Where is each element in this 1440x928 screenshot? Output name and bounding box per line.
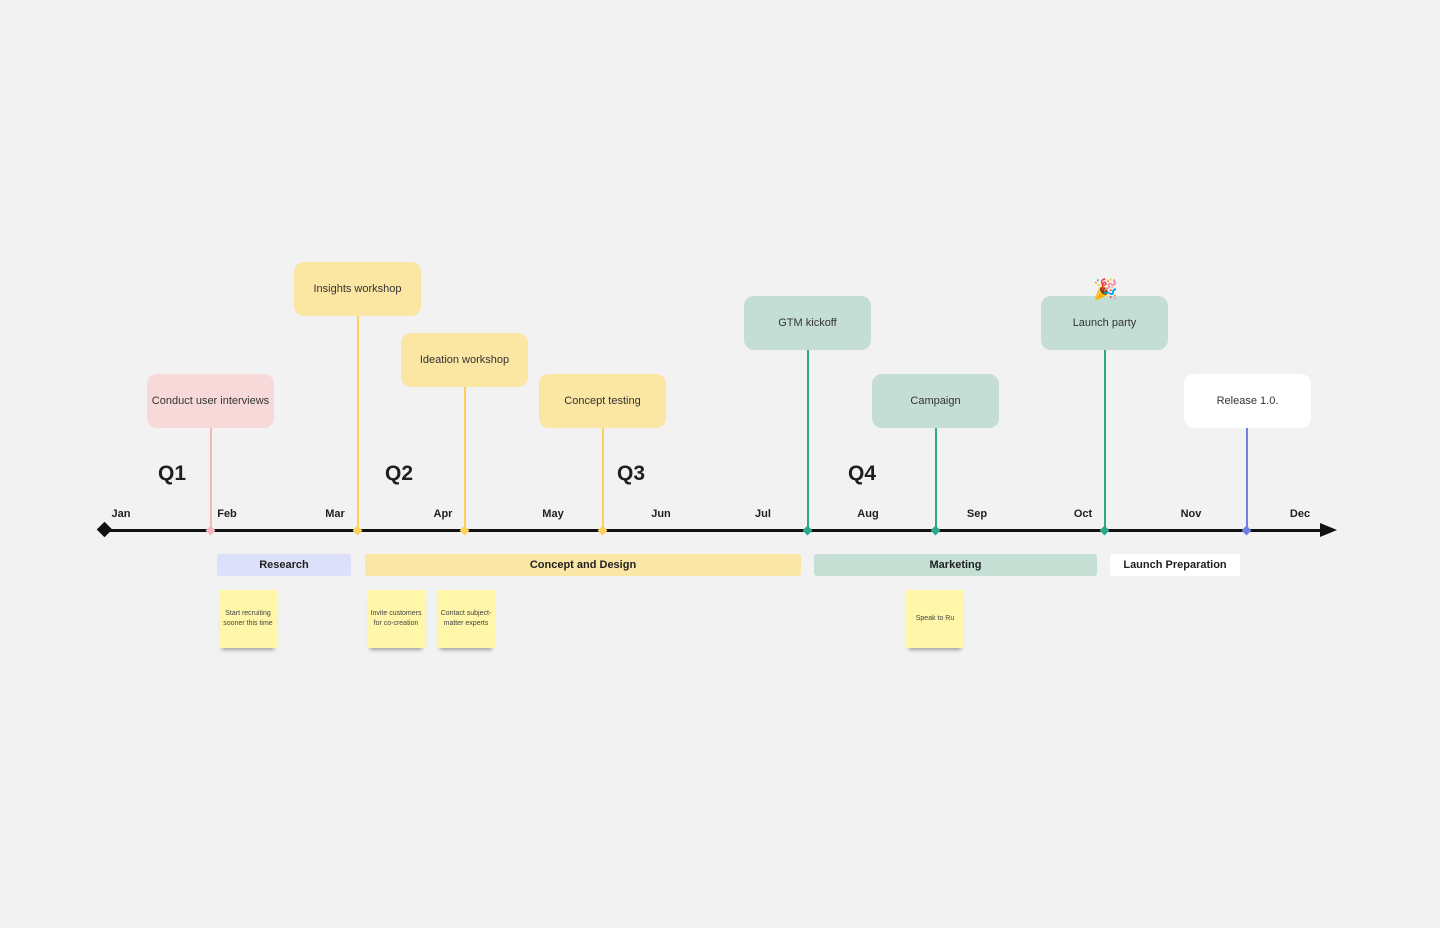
phase-marketing[interactable]: Marketing: [814, 554, 1097, 576]
phase-concept-design[interactable]: Concept and Design: [365, 554, 801, 576]
milestone-card-concept-testing[interactable]: Concept testing: [539, 374, 666, 428]
month-label: Aug: [857, 508, 879, 520]
milestone-card-campaign[interactable]: Campaign: [872, 374, 999, 428]
sticky-note[interactable]: Invite customers for co-creation: [367, 590, 425, 648]
milestone-marker: [1099, 525, 1110, 536]
milestone-card-launch-party[interactable]: Launch party: [1041, 296, 1168, 350]
month-label: Dec: [1289, 508, 1311, 520]
month-label: Feb: [217, 508, 237, 520]
milestone-card-gtm-kickoff[interactable]: GTM kickoff: [744, 296, 871, 350]
party-popper-icon: 🎉: [1093, 279, 1118, 301]
sticky-note[interactable]: Speak to Ru: [906, 590, 964, 648]
milestone-stem: [807, 350, 809, 530]
milestone-marker: [802, 525, 813, 536]
milestone-stem: [602, 428, 604, 530]
axis-arrow-icon: [1320, 523, 1337, 537]
month-label: Sep: [966, 508, 988, 520]
month-label: Jul: [755, 508, 771, 520]
milestone-stem: [357, 316, 359, 530]
month-label: Apr: [433, 508, 453, 520]
milestone-stem: [464, 387, 466, 530]
milestone-marker: [352, 525, 363, 536]
milestone-card-insights-workshop[interactable]: Insights workshop: [294, 262, 421, 316]
milestone-card-release[interactable]: Release 1.0.: [1184, 374, 1311, 428]
milestone-stem: [1246, 428, 1248, 530]
month-label: May: [542, 508, 564, 520]
month-label: Jun: [651, 508, 671, 520]
phase-research[interactable]: Research: [217, 554, 351, 576]
milestone-marker: [459, 525, 470, 536]
phase-launch-preparation[interactable]: Launch Preparation: [1110, 554, 1240, 576]
quarter-label-q3: Q3: [616, 462, 646, 485]
month-label: Jan: [111, 508, 131, 520]
quarter-label-q2: Q2: [384, 462, 414, 485]
month-label: Nov: [1180, 508, 1202, 520]
axis-start-diamond: [96, 521, 113, 538]
milestone-stem: [935, 428, 937, 530]
sticky-note[interactable]: Start recruiting sooner this time: [219, 590, 277, 648]
milestone-marker: [930, 525, 941, 536]
milestone-marker: [205, 525, 216, 536]
timeline-axis: [105, 529, 1327, 532]
month-label: Oct: [1073, 508, 1093, 520]
milestone-stem: [210, 428, 212, 530]
milestone-card-ideation-workshop[interactable]: Ideation workshop: [401, 333, 528, 387]
sticky-note[interactable]: Contact subject-matter experts: [437, 590, 495, 648]
milestone-marker: [597, 525, 608, 536]
quarter-label-q4: Q4: [847, 462, 877, 485]
milestone-marker: [1241, 525, 1252, 536]
month-label: Mar: [325, 508, 345, 520]
milestone-stem: [1104, 350, 1106, 530]
quarter-label-q1: Q1: [157, 462, 187, 485]
milestone-card-user-interviews[interactable]: Conduct user interviews: [147, 374, 274, 428]
